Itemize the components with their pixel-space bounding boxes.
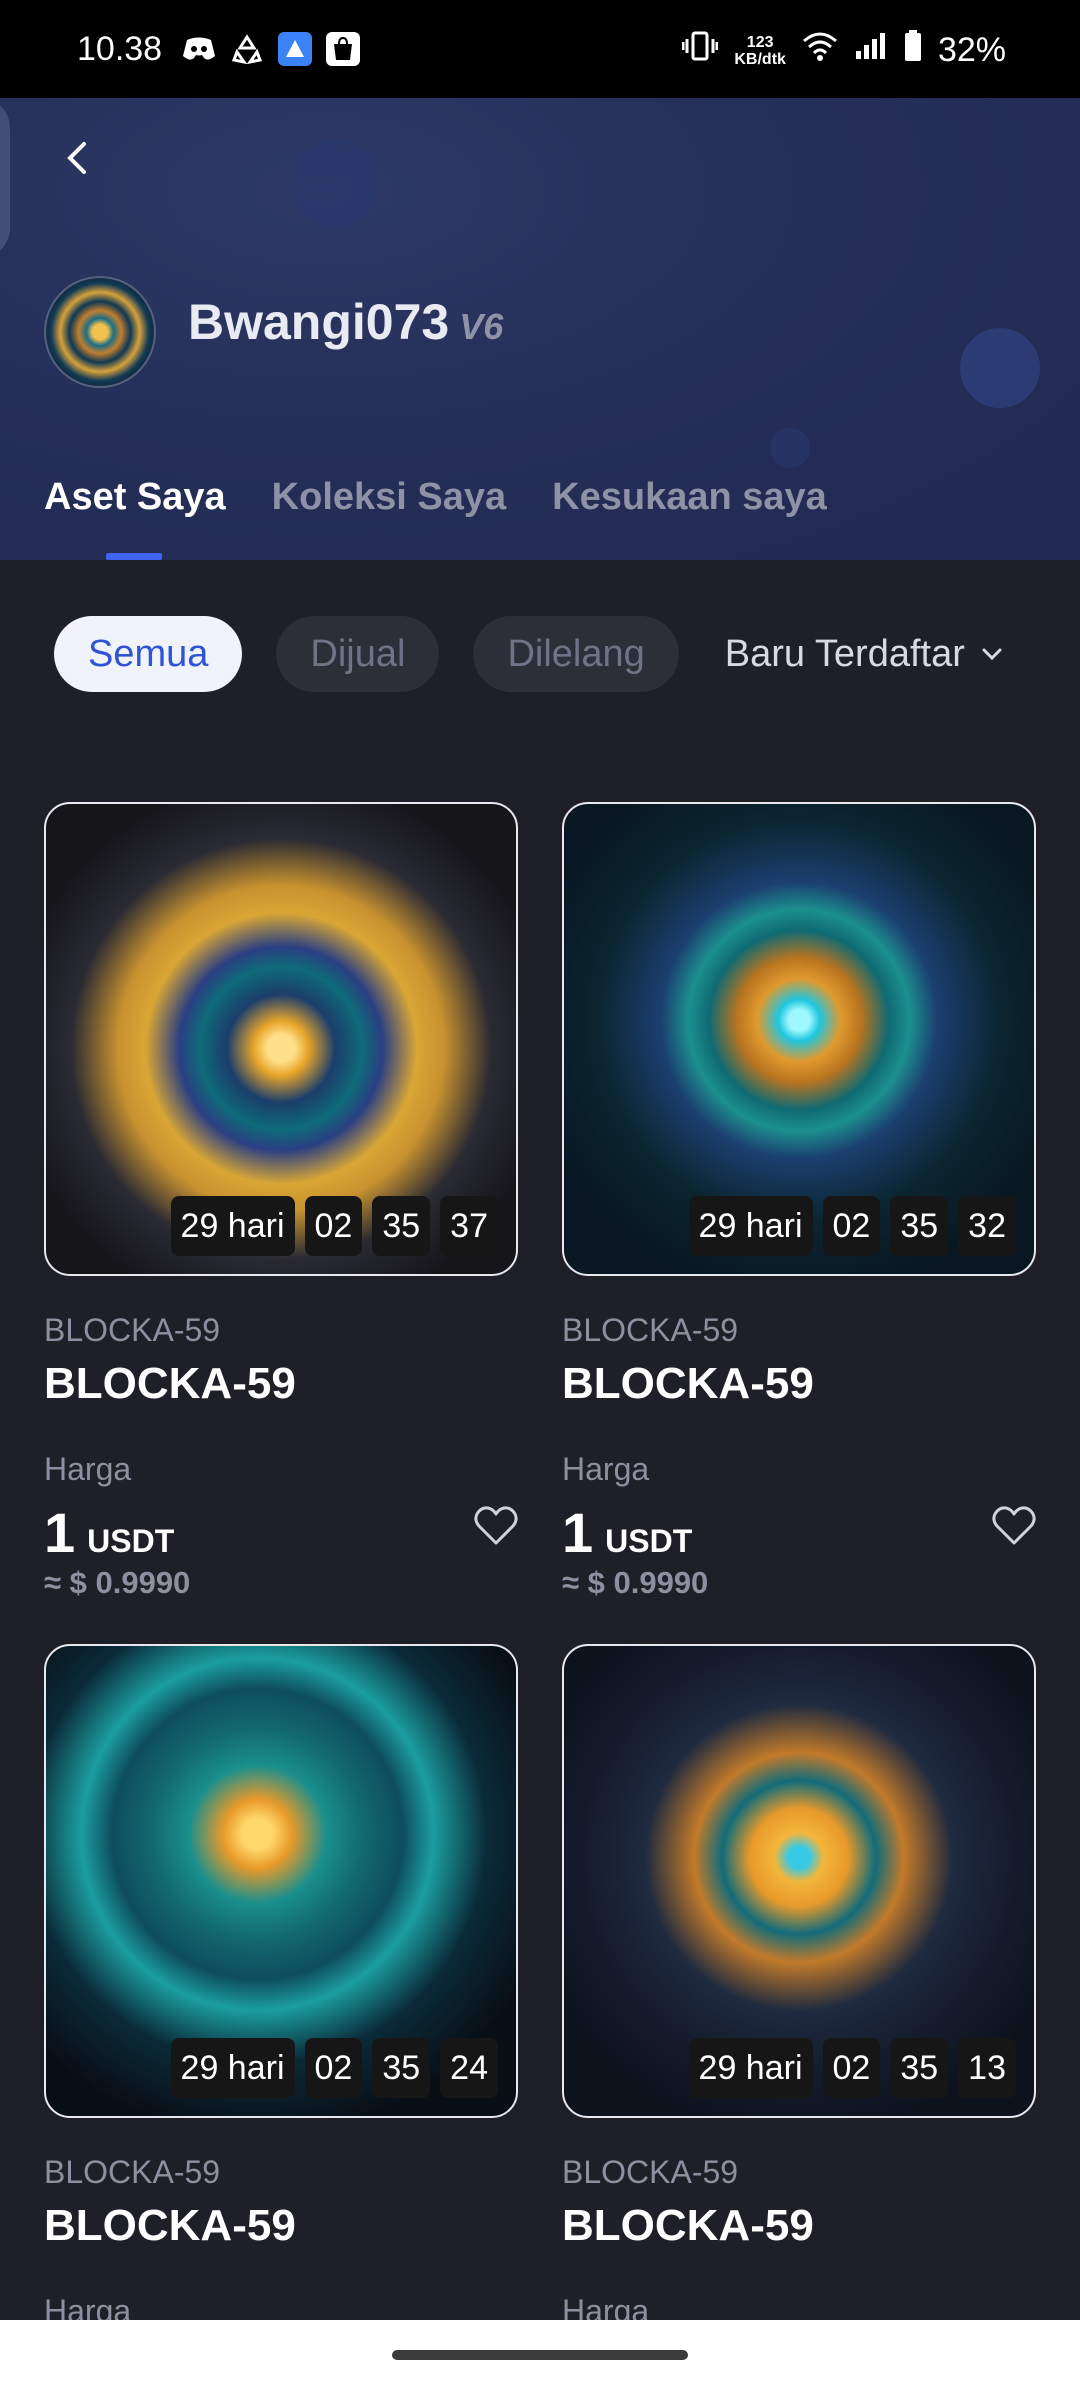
nft-name: BLOCKA-59 — [44, 1359, 296, 1408]
decoration — [0, 98, 10, 258]
timer-days: 29 hari — [688, 2038, 813, 2098]
nft-image[interactable]: 29 hari 02 35 13 — [562, 1644, 1036, 2118]
username: Bwangi073 V6 — [188, 293, 503, 351]
timer-minutes: 35 — [372, 1196, 431, 1256]
timer-days: 29 hari — [170, 2038, 295, 2098]
username-text: Bwangi073 — [188, 294, 450, 350]
signal-icon — [854, 31, 888, 70]
nft-card[interactable]: 29 hari 02 35 37 BLOCKA-59 BLOCKA-59 Har… — [44, 802, 518, 1601]
countdown-timer: 29 hari 02 35 37 — [170, 1196, 498, 1256]
chevron-down-icon — [982, 648, 1002, 661]
timer-minutes: 35 — [372, 2038, 431, 2098]
nft-name: BLOCKA-59 — [44, 2201, 296, 2250]
discord-icon — [182, 32, 216, 66]
filter-all-button[interactable]: Semua — [54, 616, 243, 692]
timer-hours: 02 — [304, 2038, 363, 2098]
vibrate-icon — [681, 31, 719, 70]
status-right: 123 KB/dtk 32% — [681, 30, 1006, 71]
nft-image[interactable]: 29 hari 02 35 24 — [44, 1644, 518, 2118]
timer-hours: 02 — [304, 1196, 363, 1256]
nft-card[interactable]: 29 hari 02 35 24 BLOCKA-59 BLOCKA-59 Har… — [44, 1644, 518, 2330]
vip-badge: V6 — [459, 306, 504, 347]
countdown-timer: 29 hari 02 35 32 — [688, 1196, 1016, 1256]
back-button[interactable] — [58, 138, 98, 178]
decoration — [770, 428, 810, 468]
timer-hours: 02 — [822, 1196, 881, 1256]
timer-days: 29 hari — [688, 1196, 813, 1256]
collection-name: BLOCKA-59 — [44, 2154, 221, 2190]
price-approx: ≈ $ 0.9990 — [562, 1565, 709, 1600]
decoration — [960, 328, 1040, 408]
nft-image[interactable]: 29 hari 02 35 37 — [44, 802, 518, 1276]
filter-auction-button[interactable]: Dilelang — [473, 616, 679, 692]
home-indicator[interactable] — [392, 2350, 688, 2360]
recycle-icon — [230, 32, 264, 66]
tab-aset-saya[interactable]: Aset Saya — [44, 476, 226, 519]
price-approx: ≈ $ 0.9990 — [44, 1565, 191, 1600]
nft-card[interactable]: 29 hari 02 35 32 BLOCKA-59 BLOCKA-59 Har… — [562, 802, 1036, 1601]
countdown-timer: 29 hari 02 35 24 — [170, 2038, 498, 2098]
price: 1 USDT — [562, 1500, 1036, 1565]
tab-kesukaan-saya[interactable]: Kesukaan saya — [552, 476, 827, 519]
timer-seconds: 24 — [440, 2038, 498, 2098]
app-store-icon — [278, 32, 312, 66]
timer-days: 29 hari — [170, 1196, 295, 1256]
price-value: 1 — [44, 1501, 76, 1564]
price-label: Harga — [44, 1451, 132, 1487]
collection-name: BLOCKA-59 — [44, 1312, 221, 1348]
status-bar: 10.38 123 KB/dtk 32% — [0, 0, 1080, 98]
price-value: 1 — [562, 1501, 594, 1564]
price-label: Harga — [562, 1451, 650, 1487]
countdown-timer: 29 hari 02 35 13 — [688, 2038, 1016, 2098]
wifi-icon — [802, 31, 838, 70]
timer-seconds: 13 — [958, 2038, 1016, 2098]
status-time: 10.38 — [77, 30, 163, 68]
price: 1 USDT — [44, 1500, 518, 1565]
timer-hours: 02 — [822, 2038, 881, 2098]
notification-icons — [182, 32, 360, 66]
nft-image[interactable]: 29 hari 02 35 32 — [562, 802, 1036, 1276]
sort-label: Baru Terdaftar — [724, 632, 965, 675]
filter-bar: Semua Dijual Dilelang Baru Terdaftar — [54, 616, 1003, 692]
decoration — [290, 138, 380, 228]
speed-unit: KB/dtk — [734, 50, 786, 68]
timer-minutes: 35 — [890, 2038, 949, 2098]
collection-name: BLOCKA-59 — [562, 1312, 739, 1348]
nft-card[interactable]: 29 hari 02 35 13 BLOCKA-59 BLOCKA-59 Har… — [562, 1644, 1036, 2330]
profile-header: Bwangi073 V6 Aset Saya Koleksi Saya Kesuk… — [0, 98, 1080, 560]
active-tab-indicator — [106, 553, 162, 560]
nft-name: BLOCKA-59 — [562, 1359, 814, 1408]
avatar[interactable] — [44, 276, 156, 388]
heart-icon[interactable] — [992, 1506, 1036, 1546]
price-unit: USDT — [87, 1523, 175, 1559]
collection-name: BLOCKA-59 — [562, 2154, 739, 2190]
tab-koleksi-saya[interactable]: Koleksi Saya — [272, 476, 506, 519]
nft-name: BLOCKA-59 — [562, 2201, 814, 2250]
timer-minutes: 35 — [890, 1196, 949, 1256]
battery-percent: 32% — [937, 31, 1006, 69]
timer-seconds: 32 — [958, 1196, 1016, 1256]
price-unit: USDT — [605, 1523, 693, 1559]
filter-sale-button[interactable]: Dijual — [276, 616, 440, 692]
timer-seconds: 37 — [440, 1196, 498, 1256]
speed-value: 123 — [746, 33, 774, 51]
network-speed: 123 KB/dtk — [734, 34, 786, 68]
heart-icon[interactable] — [474, 1506, 518, 1546]
sort-dropdown[interactable]: Baru Terdaftar — [725, 633, 1003, 676]
shopee-icon — [326, 32, 360, 66]
battery-icon — [904, 30, 922, 71]
tab-bar: Aset Saya Koleksi Saya Kesukaan saya — [44, 476, 827, 519]
chevron-left-icon — [67, 142, 86, 174]
